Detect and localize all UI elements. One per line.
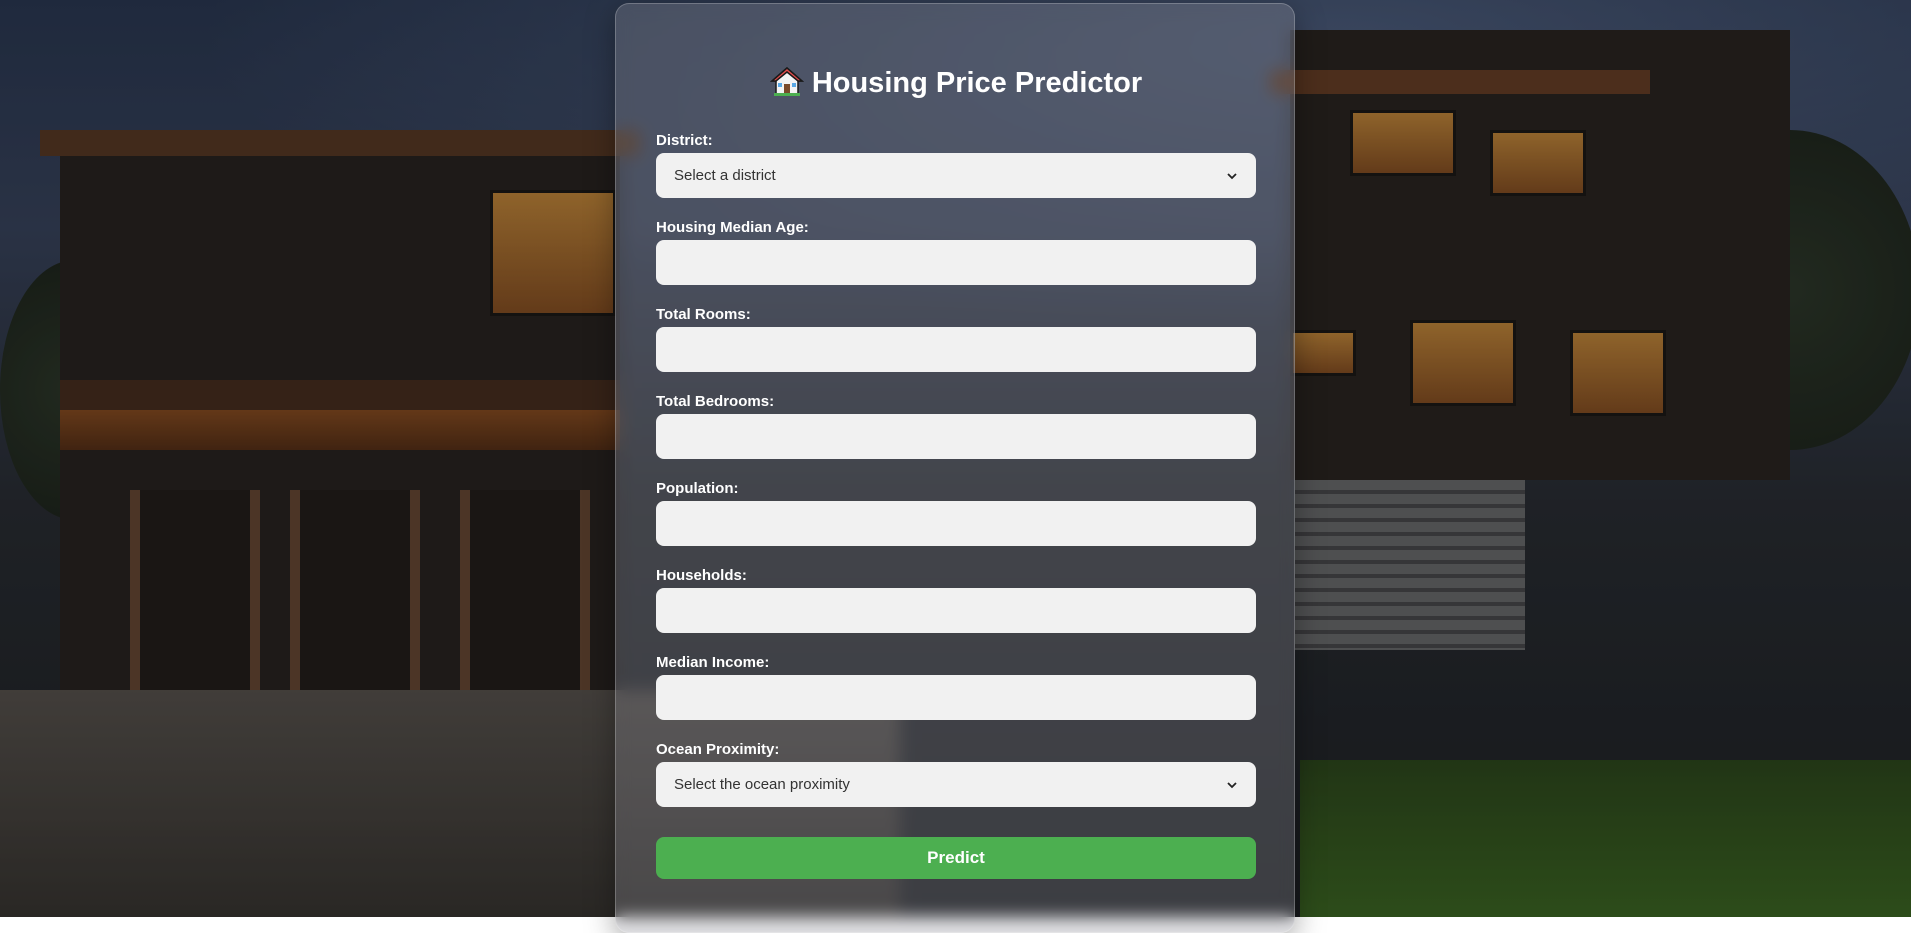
population-input[interactable] (656, 501, 1256, 546)
ocean-proximity-select[interactable]: Select the ocean proximity (656, 762, 1256, 807)
ocean-proximity-select-value: Select the ocean proximity (674, 776, 850, 793)
district-label: District: (656, 132, 713, 149)
total-bedrooms-label: Total Bedrooms: (656, 393, 775, 410)
title-text: Housing Price Predictor (811, 67, 1143, 99)
housing-median-age-label: Housing Median Age: (656, 219, 809, 236)
housing-median-age-input[interactable] (656, 240, 1256, 285)
population-label: Population: (656, 480, 739, 497)
total-bedrooms-input[interactable] (656, 414, 1256, 459)
total-rooms-label: Total Rooms: (656, 306, 751, 323)
page-title: Housing Price Predictor (616, 66, 1296, 100)
house-icon (769, 67, 804, 96)
total-rooms-input[interactable] (656, 327, 1256, 372)
households-label: Households: (656, 567, 747, 584)
district-select-value: Select a district (674, 167, 776, 184)
ocean-proximity-label: Ocean Proximity: (656, 741, 780, 758)
median-income-input[interactable] (656, 675, 1256, 720)
district-select[interactable]: Select a district (656, 153, 1256, 198)
predictor-form-card: Housing Price Predictor District: Select… (615, 3, 1295, 933)
median-income-label: Median Income: (656, 654, 770, 671)
predict-button[interactable]: Predict (656, 837, 1256, 879)
chevron-down-icon (1227, 781, 1237, 788)
chevron-down-icon (1227, 172, 1237, 179)
households-input[interactable] (656, 588, 1256, 633)
